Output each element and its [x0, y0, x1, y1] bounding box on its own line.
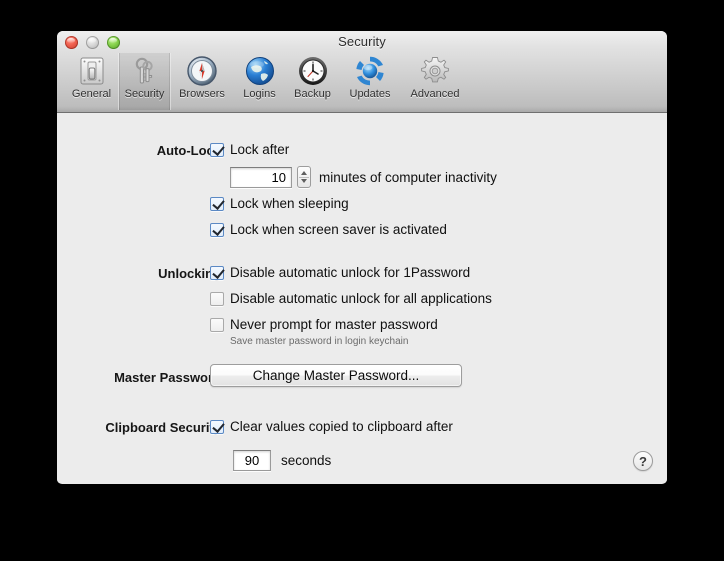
clipboard-seconds-input[interactable]: 90 [233, 450, 271, 471]
disable-all-apps-label: Disable automatic unlock for all applica… [230, 291, 492, 306]
toolbar-item-backup[interactable]: Backup [286, 53, 339, 110]
help-button[interactable]: ? [633, 451, 653, 471]
refresh-icon [356, 56, 384, 86]
toolbar-item-general[interactable]: General [65, 53, 118, 110]
toolbar-item-browsers[interactable]: Browsers [171, 53, 233, 110]
toolbar-label-advanced: Advanced [410, 88, 460, 100]
toolbar: General Security Browsers Logins Backup … [65, 53, 469, 111]
lock-when-sleeping-checkbox-row[interactable]: Lock when sleeping [210, 196, 349, 211]
toolbar-item-advanced[interactable]: Advanced [401, 53, 469, 110]
lock-when-screensaver-checkbox-row[interactable]: Lock when screen saver is activated [210, 222, 447, 237]
auto-lock-minutes-stepper[interactable] [297, 166, 311, 188]
clear-clipboard-checkbox-row[interactable]: Clear values copied to clipboard after [210, 419, 453, 434]
compass-icon [187, 56, 217, 86]
change-master-password-button[interactable]: Change Master Password... [210, 364, 462, 387]
gear-icon [421, 57, 449, 83]
disable-all-apps-checkbox-row[interactable]: Disable automatic unlock for all applica… [210, 291, 492, 306]
never-prompt-label: Never prompt for master password [230, 317, 438, 332]
toolbar-item-security[interactable]: Security [118, 53, 171, 110]
clear-clipboard-checkbox[interactable] [210, 419, 224, 434]
clipboard-seconds-suffix: seconds [281, 453, 332, 468]
toolbar-item-updates[interactable]: Updates [339, 53, 401, 110]
master-password-section-label: Master Password [114, 370, 221, 385]
toolbar-item-logins[interactable]: Logins [233, 53, 286, 110]
lock-when-screensaver-label: Lock when screen saver is activated [230, 222, 447, 237]
never-prompt-checkbox-row[interactable]: Never prompt for master password [210, 317, 438, 332]
lock-after-checkbox[interactable] [210, 142, 224, 157]
security-preferences-pane: Auto-Lock Lock after 10 minutes of compu… [57, 113, 667, 483]
auto-lock-minutes-input[interactable]: 10 [230, 167, 292, 188]
lock-when-sleeping-checkbox[interactable] [210, 196, 224, 211]
toolbar-label-logins: Logins [243, 88, 276, 100]
lock-after-label: Lock after [230, 142, 290, 157]
toolbar-label-backup: Backup [294, 88, 331, 100]
never-prompt-note: Save master password in login keychain [230, 336, 409, 347]
stepper-up-arrow-icon[interactable] [301, 171, 307, 175]
globe-icon [245, 57, 274, 85]
toolbar-label-updates: Updates [349, 88, 391, 100]
never-prompt-checkbox[interactable] [210, 317, 224, 332]
clipboard-security-section-label: Clipboard Security [105, 420, 221, 435]
disable-1password-label: Disable automatic unlock for 1Password [230, 265, 471, 280]
switch-icon [80, 57, 103, 85]
stepper-down-arrow-icon[interactable] [301, 179, 307, 183]
keys-icon [135, 57, 153, 84]
toolbar-label-general: General [71, 88, 112, 100]
window-title: Security [338, 34, 386, 49]
disable-1password-checkbox[interactable] [210, 265, 224, 280]
stepper-divider [299, 177, 309, 178]
window-chrome: Security General Security Browsers Login… [57, 31, 667, 113]
clock-icon [298, 57, 327, 85]
title-bar[interactable]: Security [57, 31, 667, 53]
disable-all-apps-checkbox[interactable] [210, 291, 224, 306]
toolbar-label-browsers: Browsers [179, 88, 225, 100]
disable-1password-checkbox-row[interactable]: Disable automatic unlock for 1Password [210, 265, 470, 280]
preferences-window: Security General Security Browsers Login… [57, 31, 667, 484]
toolbar-label-security: Security [124, 88, 165, 100]
lock-when-sleeping-label: Lock when sleeping [230, 196, 349, 211]
clear-clipboard-label: Clear values copied to clipboard after [230, 419, 453, 434]
lock-when-screensaver-checkbox[interactable] [210, 222, 224, 237]
lock-after-checkbox-row[interactable]: Lock after [210, 142, 289, 157]
auto-lock-minutes-suffix: minutes of computer inactivity [319, 170, 497, 185]
